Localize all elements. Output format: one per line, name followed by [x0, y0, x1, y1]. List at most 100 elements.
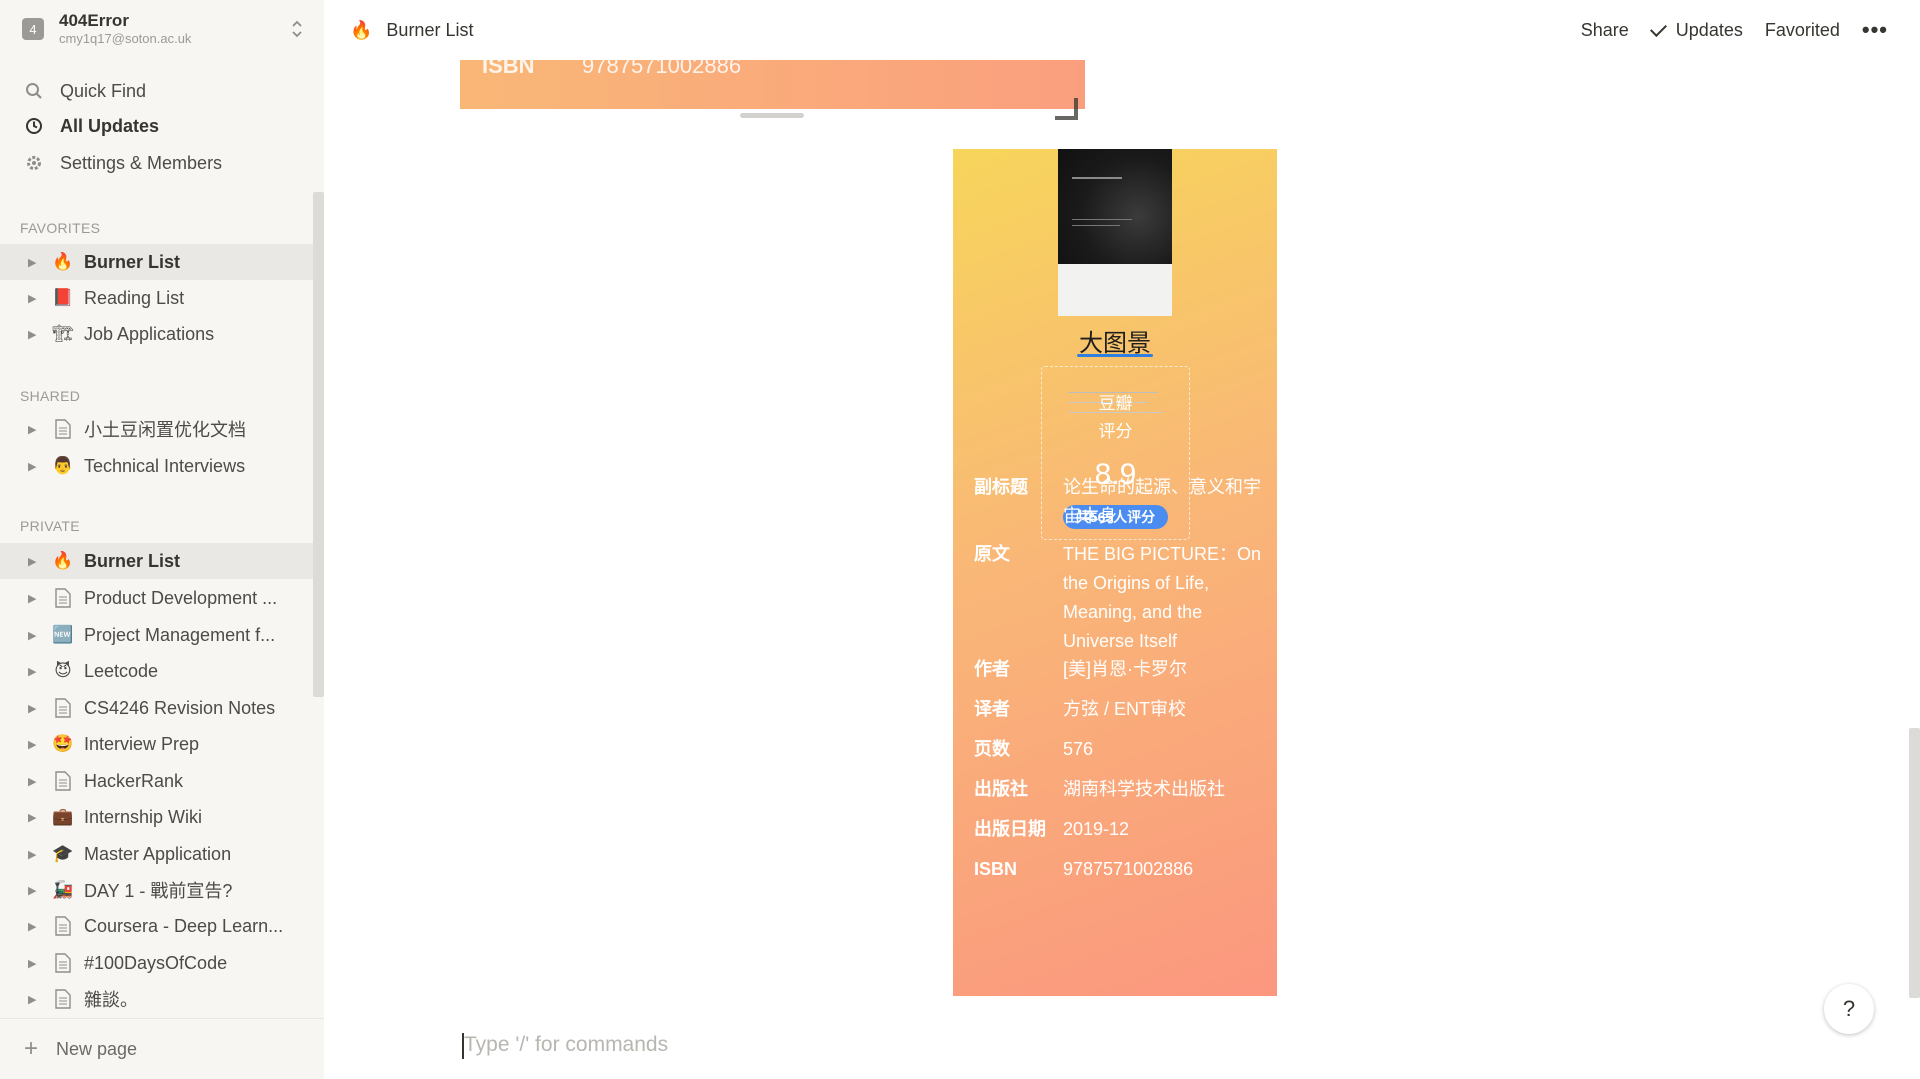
sidebar-item-coursera[interactable]: ▶ Coursera - Deep Learn... [0, 908, 313, 944]
sidebar-item-100days[interactable]: ▶ #100DaysOfCode [0, 945, 313, 981]
book-card[interactable]: 大图景 豆瓣 评分 8.9 共565人评分 副标题 论生命的起源、意义和宇宙本身… [953, 149, 1277, 996]
field-value: 方弦 / ENT审校 [1063, 699, 1187, 719]
breadcrumb-title: Burner List [386, 19, 474, 40]
sidebar-scrollbar[interactable] [313, 192, 324, 697]
resize-bar[interactable] [740, 113, 804, 118]
field-key: 译者 [974, 699, 1010, 719]
sidebar-item-label: Internship Wiki [84, 806, 203, 827]
sidebar-item-zatan[interactable]: ▶ 雜談。 [0, 981, 313, 1017]
field-value: 9787571002886 [1063, 859, 1194, 879]
sidebar-item-interview-prep[interactable]: ▶ 🤩 Interview Prep [0, 726, 313, 762]
fire-icon: 🔥 [52, 252, 74, 271]
devil-icon: 😈 [54, 661, 72, 680]
sidebar-item-hackerrank[interactable]: ▶ HackerRank [0, 763, 313, 799]
expand-caret-icon[interactable]: ▶ [28, 665, 40, 678]
expand-caret-icon[interactable]: ▶ [28, 848, 40, 861]
quick-find-button[interactable]: Quick Find [0, 73, 324, 109]
sidebar-item-label: Master Application [84, 843, 232, 864]
expand-caret-icon[interactable]: ▶ [28, 811, 40, 824]
star-eyes-icon: 🤩 [52, 734, 74, 753]
resize-handle-icon[interactable] [1055, 98, 1078, 120]
workspace-switcher[interactable]: 4 404Error cmy1q17@soton.ac.uk [0, 0, 324, 58]
person-icon: 👨 [52, 456, 74, 475]
quick-find-label: Quick Find [60, 80, 147, 101]
command-input[interactable]: Type '/' for commands [464, 1033, 668, 1057]
sidebar-item-burner-list-favorite[interactable]: ▶ 🔥 Burner List [0, 244, 313, 280]
sidebar-item-day1[interactable]: ▶ 🚂 DAY 1 - 戰前宣告? [0, 872, 313, 908]
previous-book-card[interactable]: ISBN 9787571002886 [460, 60, 1085, 109]
sidebar-item-shared-doc[interactable]: ▶ 小土豆闲置优化文档 [0, 411, 313, 447]
sidebar-item-label: Coursera - Deep Learn... [84, 915, 284, 936]
all-updates-button[interactable]: All Updates [0, 108, 324, 144]
expand-caret-icon[interactable]: ▶ [28, 328, 40, 341]
settings-members-button[interactable]: Settings & Members [0, 145, 324, 181]
isbn-label: ISBN [482, 60, 535, 78]
sidebar-item-product-development[interactable]: ▶ Product Development ... [0, 580, 313, 616]
main-scrollbar[interactable] [1909, 728, 1920, 998]
field-value: 论生命的起源、意义和宇宙本身 [1063, 477, 1261, 526]
sidebar-item-project-management[interactable]: ▶ 🆕 Project Management f... [0, 617, 313, 653]
page-icon [52, 915, 74, 937]
expand-caret-icon[interactable]: ▶ [28, 423, 40, 436]
sidebar-item-leetcode[interactable]: ▶ 😈 Leetcode [0, 653, 313, 689]
check-icon [1649, 19, 1667, 37]
sidebar-item-label: Burner List [84, 550, 181, 571]
expand-caret-icon[interactable]: ▶ [28, 292, 40, 305]
workspace-icon: 4 [22, 18, 44, 40]
red-book-icon: 📕 [52, 288, 74, 307]
gear-icon [24, 153, 44, 173]
page-icon [52, 952, 74, 974]
sidebar-item-label: Burner List [84, 251, 181, 272]
shared-heading: SHARED [20, 388, 81, 404]
sidebar-item-burner-list[interactable]: ▶ 🔥 Burner List [0, 543, 313, 579]
sidebar-item-technical-interviews[interactable]: ▶ 👨 Technical Interviews [0, 448, 313, 484]
fire-icon: 🔥 [52, 551, 74, 570]
expand-caret-icon[interactable]: ▶ [28, 629, 40, 642]
page-icon [52, 988, 74, 1010]
sidebar-item-label: 小土豆闲置优化文档 [84, 420, 246, 440]
train-icon: 🚂 [52, 880, 74, 899]
field-value: 湖南科学技术出版社 [1063, 779, 1225, 799]
page-icon [52, 697, 74, 719]
field-key: 原文 [974, 544, 1010, 564]
expand-caret-icon[interactable]: ▶ [28, 775, 40, 788]
sidebar-item-cs4246[interactable]: ▶ CS4246 Revision Notes [0, 690, 313, 726]
expand-caret-icon[interactable]: ▶ [28, 920, 40, 933]
breadcrumb[interactable]: 🔥 Burner List [350, 20, 473, 41]
briefcase-icon: 💼 [52, 807, 74, 826]
new-badge-icon: 🆕 [52, 625, 74, 644]
updates-label: Updates [1675, 19, 1743, 40]
field-key: 作者 [974, 659, 1010, 679]
expand-caret-icon[interactable]: ▶ [28, 592, 40, 605]
favorited-button[interactable]: Favorited [1765, 20, 1840, 41]
share-button[interactable]: Share [1581, 20, 1629, 41]
book-cover-image [1058, 149, 1172, 413]
sidebar-item-label: #100DaysOfCode [84, 952, 228, 973]
help-button[interactable]: ? [1824, 984, 1874, 1034]
expand-caret-icon[interactable]: ▶ [28, 460, 40, 473]
expand-caret-icon[interactable]: ▶ [28, 993, 40, 1006]
expand-caret-icon[interactable]: ▶ [28, 702, 40, 715]
sidebar-item-internship-wiki[interactable]: ▶ 💼 Internship Wiki [0, 799, 313, 835]
expand-caret-icon[interactable]: ▶ [28, 555, 40, 568]
more-options-icon[interactable]: ••• [1862, 17, 1888, 43]
sidebar-item-label: 雜談。 [84, 990, 138, 1010]
sidebar-item-label: Interview Prep [84, 733, 200, 754]
sidebar-item-job-applications[interactable]: ▶ 🏗 Job Applications [0, 316, 313, 352]
field-value: 576 [1063, 739, 1094, 759]
sidebar-item-master-application[interactable]: ▶ 🎓 Master Application [0, 836, 313, 872]
updates-button[interactable]: Updates [1649, 19, 1743, 41]
expand-caret-icon[interactable]: ▶ [28, 957, 40, 970]
book-title[interactable]: 大图景 [953, 323, 1277, 358]
field-value: [美]肖恩·卡罗尔 [1063, 659, 1187, 679]
search-icon [24, 81, 44, 101]
isbn-value: 9787571002886 [582, 60, 742, 78]
title-link-underline [1077, 354, 1153, 357]
construction-icon: 🏗 [52, 324, 74, 343]
expand-caret-icon[interactable]: ▶ [28, 738, 40, 751]
new-page-button[interactable]: + New page [0, 1018, 324, 1079]
expand-caret-icon[interactable]: ▶ [28, 884, 40, 897]
expand-caret-icon[interactable]: ▶ [28, 256, 40, 269]
sidebar-item-reading-list[interactable]: ▶ 📕 Reading List [0, 280, 313, 316]
topbar: 🔥 Burner List Share Updates Favorited ••… [324, 0, 1920, 60]
